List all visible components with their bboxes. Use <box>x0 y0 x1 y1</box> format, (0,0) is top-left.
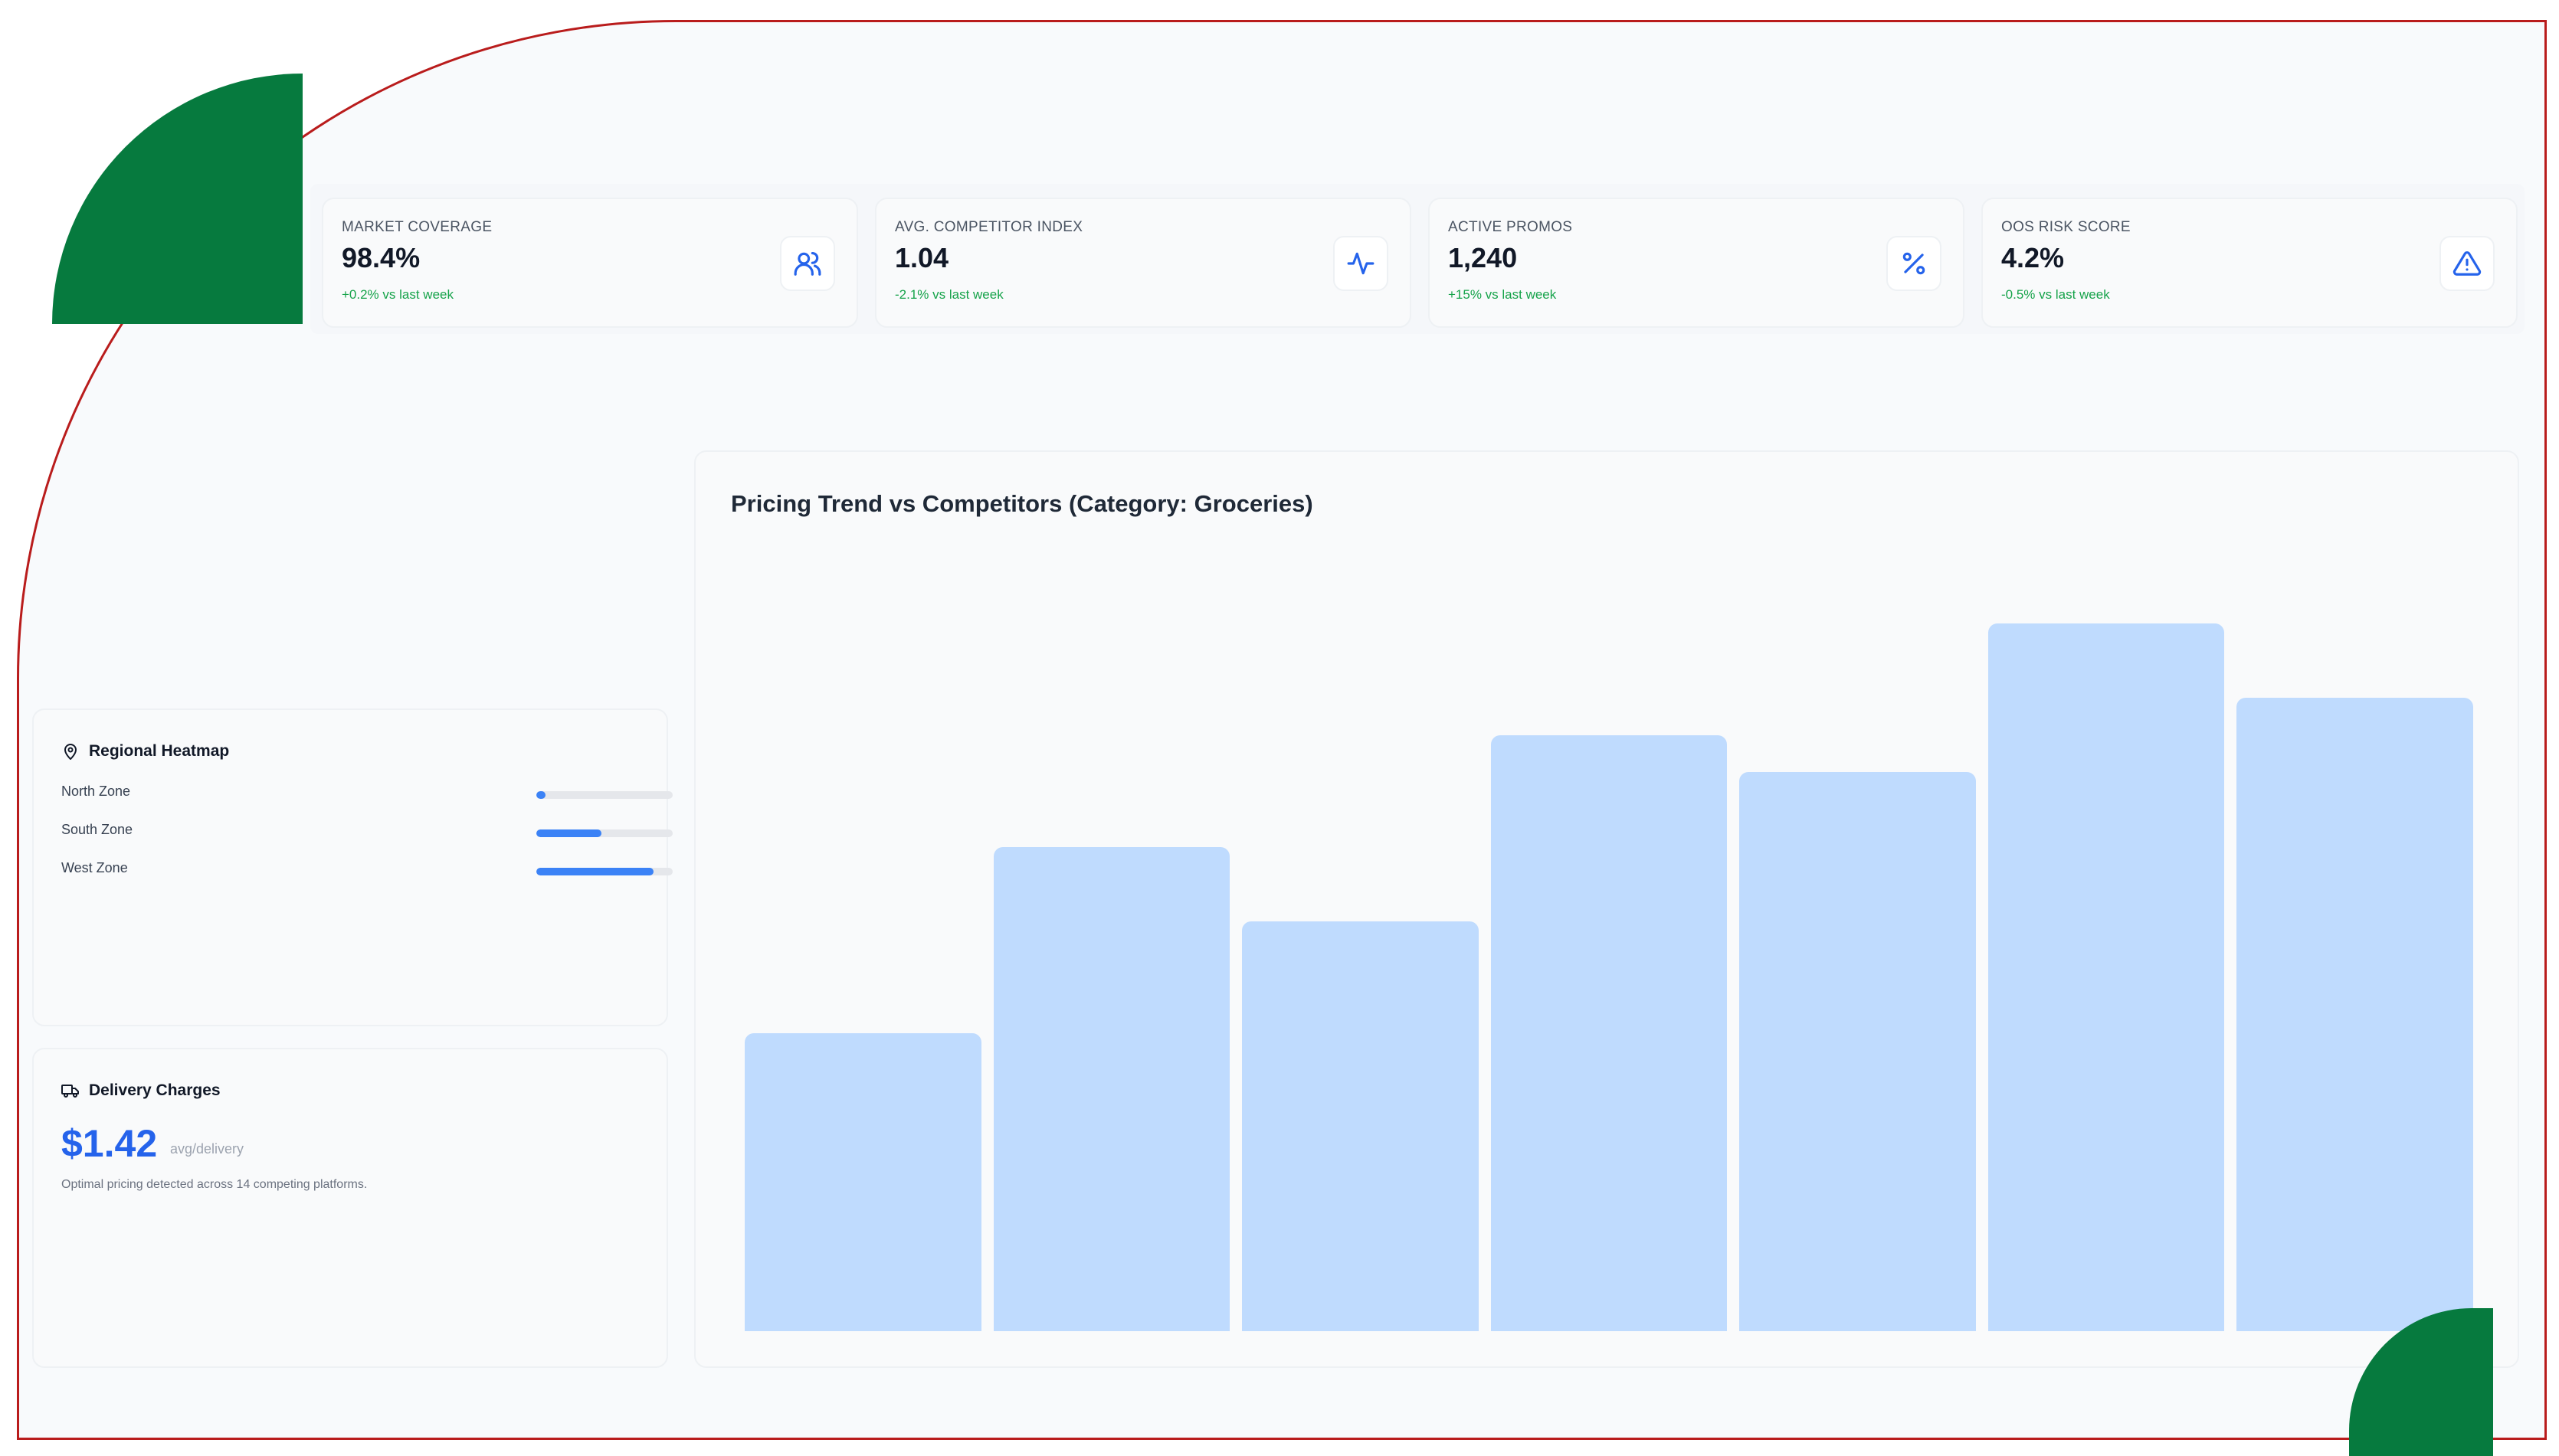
zone-bar-fill <box>536 829 602 837</box>
kpi-card-oos-risk: OOS RISK SCORE 4.2% -0.5% vs last week <box>1981 198 2518 328</box>
zone-bar-fill <box>536 868 654 875</box>
kpi-card-market-coverage: MARKET COVERAGE 98.4% +0.2% vs last week <box>322 198 858 328</box>
decorative-shape-top-left <box>52 74 303 324</box>
chart-title: Pricing Trend vs Competitors (Category: … <box>731 490 1313 517</box>
chart-bar <box>745 1032 981 1331</box>
zone-bar-track <box>536 868 673 875</box>
regional-heatmap-card: Regional Heatmap North Zone South Zone W… <box>32 708 673 1026</box>
kpi-label: OOS RISK SCORE <box>2001 219 2131 235</box>
chart-bar <box>993 846 1230 1331</box>
chart-bar <box>1739 772 1976 1331</box>
chart-bar <box>2236 697 2473 1331</box>
kpi-delta: +0.2% vs last week <box>342 287 454 302</box>
map-pin-icon <box>64 744 77 760</box>
kpi-value: 1.04 <box>895 242 949 273</box>
alert-triangle-icon <box>2439 236 2495 291</box>
delivery-charges-card: Delivery Charges $1.42 avg/delivery Opti… <box>32 1048 668 1368</box>
zone-row-south: South Zone <box>61 822 673 845</box>
chart-plot-area <box>745 586 2473 1331</box>
kpi-label: AVG. COMPETITOR INDEX <box>895 219 1083 235</box>
zone-name: South Zone <box>61 822 133 837</box>
delivery-title: Delivery Charges <box>61 1081 221 1100</box>
delivery-note: Optimal pricing detected across 14 compe… <box>61 1178 368 1191</box>
zone-name: North Zone <box>61 784 131 799</box>
delivery-unit: avg/delivery <box>170 1141 244 1157</box>
zone-row-west: West Zone <box>61 860 673 883</box>
kpi-card-competitor-index: AVG. COMPETITOR INDEX 1.04 -2.1% vs last… <box>875 198 1411 328</box>
kpi-delta: -0.5% vs last week <box>2001 287 2110 302</box>
percent-icon <box>1886 236 1941 291</box>
delivery-price: $1.42 <box>61 1122 158 1165</box>
heatmap-title-text: Regional Heatmap <box>89 742 230 760</box>
zone-bar-track <box>536 829 673 837</box>
kpi-value: 98.4% <box>342 242 421 273</box>
truck-icon <box>61 1085 79 1098</box>
kpi-delta: -2.1% vs last week <box>895 287 1004 302</box>
pricing-trend-chart-card: Pricing Trend vs Competitors (Category: … <box>694 450 2519 1368</box>
zone-bar-fill <box>536 791 546 799</box>
delivery-title-text: Delivery Charges <box>89 1081 221 1099</box>
chart-bar <box>1242 921 1479 1331</box>
kpi-label: MARKET COVERAGE <box>342 219 493 235</box>
chart-bar <box>1987 623 2225 1331</box>
kpi-card-active-promos: ACTIVE PROMOS 1,240 +15% vs last week <box>1428 198 1964 328</box>
kpi-value: 4.2% <box>2001 242 2065 273</box>
zone-name: West Zone <box>61 860 128 875</box>
heatmap-title: Regional Heatmap <box>61 742 229 761</box>
kpi-label: ACTIVE PROMOS <box>1448 219 1573 235</box>
zone-bar-track <box>536 791 673 799</box>
kpi-value: 1,240 <box>1448 242 1518 273</box>
activity-icon <box>1333 236 1388 291</box>
zone-row-north: North Zone <box>61 784 673 807</box>
chart-bar <box>1490 735 1728 1331</box>
users-icon <box>780 236 835 291</box>
kpi-delta: +15% vs last week <box>1448 287 1557 302</box>
